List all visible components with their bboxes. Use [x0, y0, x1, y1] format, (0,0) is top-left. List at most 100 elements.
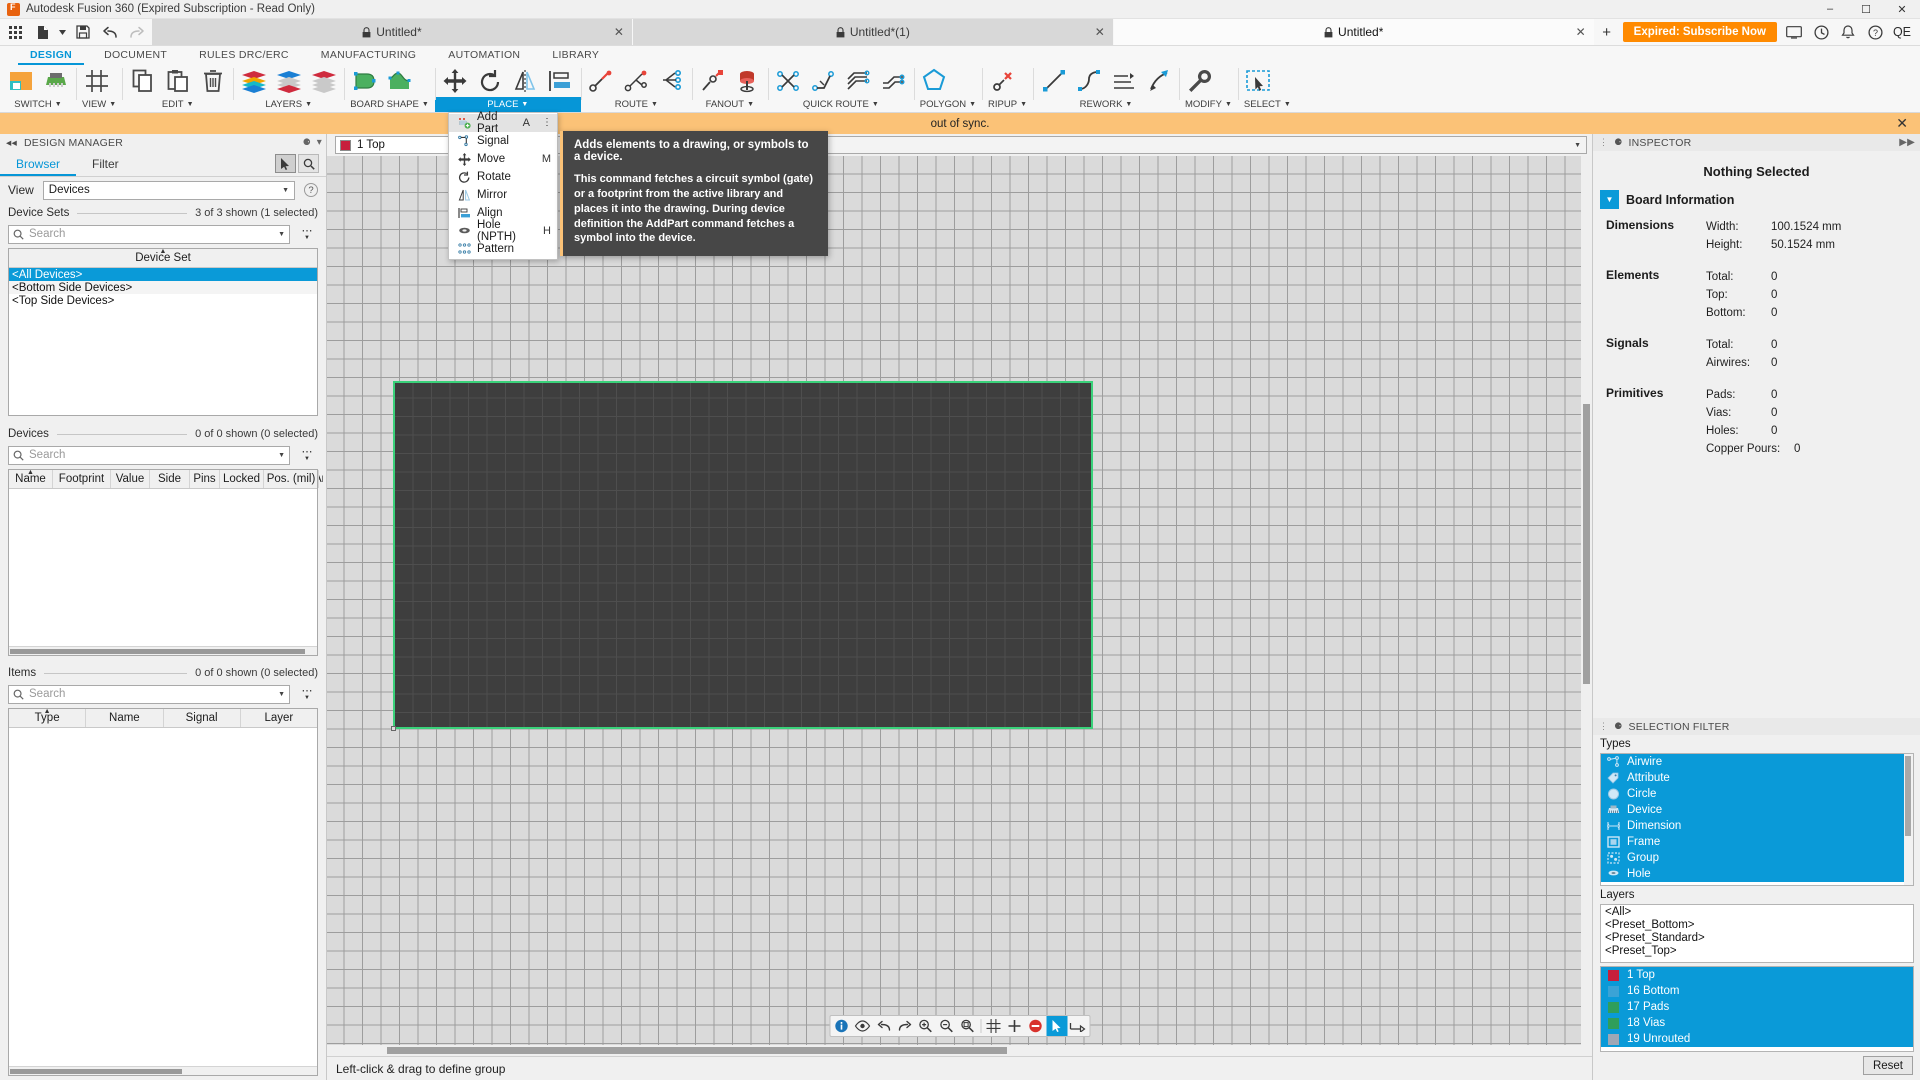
ribbon-group-place-label[interactable]: PLACE ▼ [434, 97, 581, 112]
menu-item-rotate[interactable]: Rotate [449, 168, 557, 186]
ripup-icon[interactable] [985, 64, 1020, 97]
items-search-box[interactable]: ▼ [8, 684, 290, 704]
list-item[interactable]: Airwire [1601, 754, 1913, 770]
device-sets-more-options-icon[interactable]: ⋯ ▼ [296, 225, 318, 244]
info-button[interactable] [831, 1016, 852, 1036]
list-item[interactable]: 17 Pads [1601, 999, 1913, 1015]
job-status-icon[interactable] [1808, 19, 1835, 46]
device-sets-search-input[interactable] [29, 228, 274, 240]
zoom-in-button[interactable] [915, 1016, 936, 1036]
scrollbar-thumb[interactable] [10, 1069, 182, 1074]
layer-picker[interactable]: 1 Top [335, 136, 455, 154]
chevron-down-icon[interactable]: ▼ [278, 231, 285, 238]
document-tab[interactable]: Untitled*(1) ✕ [632, 19, 1114, 45]
drag-grip-icon[interactable]: ⋮ [1599, 721, 1608, 732]
ribbon-group-ripup-label[interactable]: RIPUP ▼ [982, 97, 1033, 112]
close-icon[interactable]: ✕ [1095, 25, 1105, 39]
close-button[interactable]: ✕ [1884, 0, 1920, 18]
column-header[interactable]: Footprint [53, 470, 111, 488]
save-icon[interactable] [69, 19, 96, 46]
column-header[interactable]: Layer [241, 709, 317, 727]
list-item[interactable]: 16 Bottom [1601, 983, 1913, 999]
grid-view-icon[interactable] [79, 64, 114, 97]
menu-item-mirror[interactable]: Mirror [449, 186, 557, 204]
rework-pen-icon[interactable] [1141, 64, 1176, 97]
list-item[interactable]: Group [1601, 850, 1913, 866]
menu-item-more-icon[interactable]: ⋮ [542, 118, 557, 127]
delete-icon[interactable] [195, 64, 230, 97]
polygon-icon[interactable] [917, 64, 952, 97]
drag-grip-icon[interactable]: ⋮ [1599, 137, 1608, 148]
help-icon[interactable]: ? [304, 183, 318, 197]
quick-route-multi-icon[interactable] [841, 64, 876, 97]
fanout-via-icon[interactable] [730, 64, 765, 97]
devices-search-input[interactable] [29, 449, 274, 461]
items-more-options-icon[interactable]: ⋯ ▼ [296, 685, 318, 704]
list-item[interactable]: 1 Top [1601, 967, 1913, 983]
move-icon[interactable] [438, 64, 473, 97]
route-bus-icon[interactable] [654, 64, 689, 97]
column-header[interactable]: ▲ Type [9, 709, 87, 727]
new-document-icon[interactable] [29, 19, 56, 46]
chevron-down-icon[interactable]: ▼ [278, 452, 285, 459]
list-item[interactable]: <Preset_Bottom> [1601, 918, 1913, 931]
list-item[interactable]: <Preset_Standard> [1601, 931, 1913, 944]
rework-miter-icon[interactable] [1106, 64, 1141, 97]
new-tab-button[interactable]: + [1594, 19, 1619, 45]
ribbon-tab-document[interactable]: DOCUMENT [88, 46, 183, 63]
undo-button[interactable] [873, 1016, 894, 1036]
close-icon[interactable]: ✕ [1896, 115, 1908, 132]
collapse-toggle-icon[interactable]: ▼ [1600, 190, 1619, 209]
list-item[interactable]: Device [1601, 802, 1913, 818]
canvas-vertical-scrollbar[interactable] [1581, 156, 1592, 1045]
view-select[interactable]: Devices ▼ [42, 180, 295, 200]
menu-item-move[interactable]: Move M [449, 150, 557, 168]
list-item[interactable]: <Preset_Top> [1601, 944, 1913, 957]
scrollbar-thumb[interactable] [1583, 404, 1590, 684]
device-sets-search-box[interactable]: ▼ [8, 224, 290, 244]
zoom-fit-button[interactable] [957, 1016, 978, 1036]
minus-circle-icon[interactable]: ⚈ [303, 137, 311, 148]
close-icon[interactable]: ✕ [1576, 25, 1586, 39]
column-header[interactable]: An [319, 470, 323, 488]
table-row[interactable]: <All Devices> [9, 268, 317, 281]
canvas-horizontal-scrollbar[interactable] [327, 1045, 1592, 1056]
pin-icon[interactable]: ▾ [317, 137, 322, 148]
display-button[interactable] [852, 1016, 873, 1036]
ribbon-tab-library[interactable]: LIBRARY [536, 46, 615, 63]
layers-blue-icon[interactable] [271, 64, 306, 97]
list-item[interactable]: Attribute [1601, 770, 1913, 786]
grid-button[interactable] [983, 1016, 1004, 1036]
user-account-label[interactable]: QE [1889, 25, 1920, 39]
ribbon-group-route-label[interactable]: ROUTE ▼ [581, 97, 692, 112]
column-header[interactable]: Name [86, 709, 164, 727]
add-button[interactable] [1004, 1016, 1025, 1036]
scrollbar-thumb[interactable] [387, 1047, 1007, 1054]
redo-button[interactable] [894, 1016, 915, 1036]
ribbon-group-select-label[interactable]: SELECT ▼ [1238, 97, 1297, 112]
devices-more-options-icon[interactable]: ⋯ ▼ [296, 446, 318, 465]
board-outline[interactable] [391, 381, 1093, 731]
menu-item-add-part[interactable]: Add Part A ⋮ [449, 111, 557, 135]
items-horizontal-scrollbar[interactable] [9, 1066, 317, 1075]
subscribe-button[interactable]: Expired: Subscribe Now [1622, 22, 1777, 42]
pcb-canvas[interactable] [327, 156, 1592, 1045]
column-header[interactable]: Pos. (mil) [264, 470, 319, 488]
menu-item-pattern[interactable]: Pattern [449, 240, 557, 258]
switch-layout-icon[interactable] [3, 64, 38, 97]
rework-line-icon[interactable] [1036, 64, 1071, 97]
ribbon-group-quick-route-label[interactable]: QUICK ROUTE ▼ [768, 97, 914, 112]
minus-circle-icon[interactable]: ⚈ [1614, 137, 1622, 148]
items-search-input[interactable] [29, 688, 274, 700]
zoom-out-button[interactable] [936, 1016, 957, 1036]
board-curve-icon[interactable] [382, 64, 417, 97]
fanout-icon[interactable] [695, 64, 730, 97]
list-item[interactable]: <All> [1601, 905, 1913, 918]
board-chip-icon[interactable] [38, 64, 73, 97]
copy-icon[interactable] [125, 64, 160, 97]
maximize-button[interactable]: ☐ [1848, 0, 1884, 18]
help-icon[interactable]: ? [1862, 19, 1889, 46]
document-tab-active[interactable]: Untitled* ✕ [1113, 19, 1595, 45]
screen-icon[interactable] [1781, 19, 1808, 46]
rotate-icon[interactable] [473, 64, 508, 97]
